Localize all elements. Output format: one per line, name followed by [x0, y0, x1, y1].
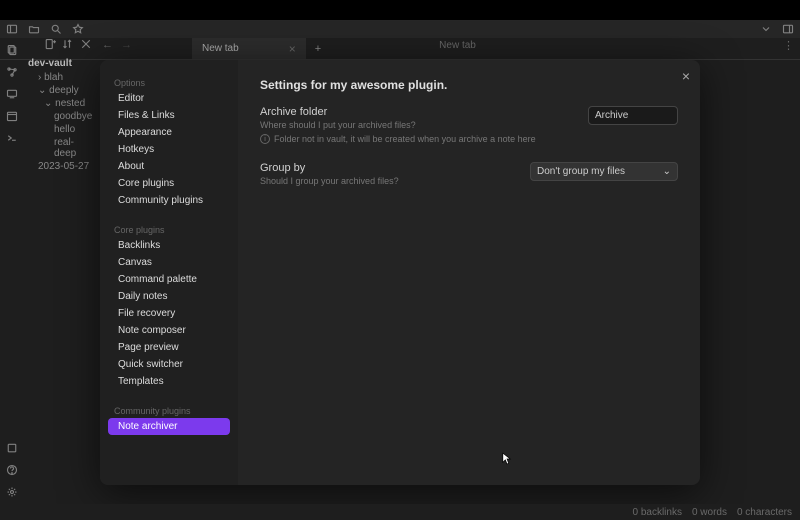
status-chars[interactable]: 0 characters	[737, 507, 792, 518]
tree-item[interactable]: goodbye	[28, 110, 92, 123]
archive-folder-info: i Folder not in vault, it will be create…	[260, 134, 536, 144]
nav-item-files-links[interactable]: Files & Links	[108, 107, 230, 124]
nav-item-file-recovery[interactable]: File recovery	[108, 305, 230, 322]
help-icon[interactable]	[6, 464, 18, 476]
nav-item-command-palette[interactable]: Command palette	[108, 271, 230, 288]
nav-item-about[interactable]: About	[108, 158, 230, 175]
groupby-label: Group by	[260, 162, 399, 174]
nav-item-hotkeys[interactable]: Hotkeys	[108, 141, 230, 158]
tree-item[interactable]: real-deep	[28, 136, 92, 160]
close-button[interactable]: ×	[682, 68, 690, 84]
new-note-icon[interactable]	[44, 38, 56, 50]
tree-item[interactable]: ⌄ deeply	[28, 84, 92, 97]
vault-icon[interactable]	[6, 442, 18, 454]
status-words[interactable]: 0 words	[692, 507, 727, 518]
nav-item-appearance[interactable]: Appearance	[108, 124, 230, 141]
file-explorer: dev-vault › blah⌄ deeply⌄ nestedgoodbyeh…	[24, 38, 96, 504]
collapse-icon[interactable]	[80, 38, 92, 50]
section-options: Options	[104, 74, 234, 90]
titlebar	[0, 20, 800, 38]
nav-item-community-plugins[interactable]: Community plugins	[108, 192, 230, 209]
graph-icon[interactable]	[6, 66, 18, 78]
groupby-desc: Should I group your archived files?	[260, 176, 399, 186]
status-backlinks[interactable]: 0 backlinks	[632, 507, 681, 518]
tree-item[interactable]: › blah	[28, 71, 92, 84]
tree-item[interactable]: hello	[28, 123, 92, 136]
nav-item-note-composer[interactable]: Note composer	[108, 322, 230, 339]
nav-item-daily-notes[interactable]: Daily notes	[108, 288, 230, 305]
status-bar: 0 backlinks 0 words 0 characters	[0, 504, 800, 520]
section-core: Core plugins	[104, 221, 234, 237]
nav-item-templates[interactable]: Templates	[108, 373, 230, 390]
breadcrumb[interactable]: New tab	[132, 40, 783, 51]
star-icon[interactable]	[72, 23, 84, 35]
tree-item[interactable]: 2023-05-27	[28, 160, 92, 173]
gear-icon[interactable]	[6, 486, 18, 498]
groupby-select[interactable]: Don't group my files ⌄	[530, 162, 678, 181]
nav-item-editor[interactable]: Editor	[108, 90, 230, 107]
files-icon[interactable]	[6, 44, 18, 56]
nav-item-canvas[interactable]: Canvas	[108, 254, 230, 271]
nav-fwd-icon[interactable]: →	[121, 39, 132, 51]
archive-folder-desc: Where should I put your archived files?	[260, 120, 536, 130]
settings-modal: Options EditorFiles & LinksAppearanceHot…	[100, 60, 700, 485]
archive-folder-label: Archive folder	[260, 106, 536, 118]
canvas-icon[interactable]	[6, 88, 18, 100]
settings-title: Settings for my awesome plugin.	[260, 78, 678, 92]
chevron-down-icon[interactable]	[760, 23, 772, 35]
sort-icon[interactable]	[62, 38, 74, 50]
nav-item-core-plugins[interactable]: Core plugins	[108, 175, 230, 192]
search-icon[interactable]	[50, 23, 62, 35]
left-ribbon	[0, 38, 24, 504]
os-statusbar	[0, 0, 800, 20]
nav-item-backlinks[interactable]: Backlinks	[108, 237, 230, 254]
nav-back-icon[interactable]: ←	[102, 39, 113, 51]
tree-item[interactable]: ⌄ nested	[28, 97, 92, 110]
command-icon[interactable]	[6, 132, 18, 144]
section-community: Community plugins	[104, 402, 234, 418]
folder-icon[interactable]	[28, 23, 40, 35]
chevron-down-icon: ⌄	[663, 166, 671, 177]
sidebar-right-icon[interactable]	[782, 23, 794, 35]
info-icon: i	[260, 134, 270, 144]
archive-folder-input[interactable]	[588, 106, 678, 125]
more-icon[interactable]: ⋮	[783, 39, 794, 52]
nav-item-quick-switcher[interactable]: Quick switcher	[108, 356, 230, 373]
settings-content: × Settings for my awesome plugin. Archiv…	[238, 60, 700, 485]
calendar-icon[interactable]	[6, 110, 18, 122]
settings-nav: Options EditorFiles & LinksAppearanceHot…	[100, 60, 238, 485]
nav-item-note-archiver[interactable]: Note archiver	[108, 418, 230, 435]
sidebar-left-icon[interactable]	[6, 23, 18, 35]
nav-item-page-preview[interactable]: Page preview	[108, 339, 230, 356]
vault-name[interactable]: dev-vault	[28, 56, 92, 71]
